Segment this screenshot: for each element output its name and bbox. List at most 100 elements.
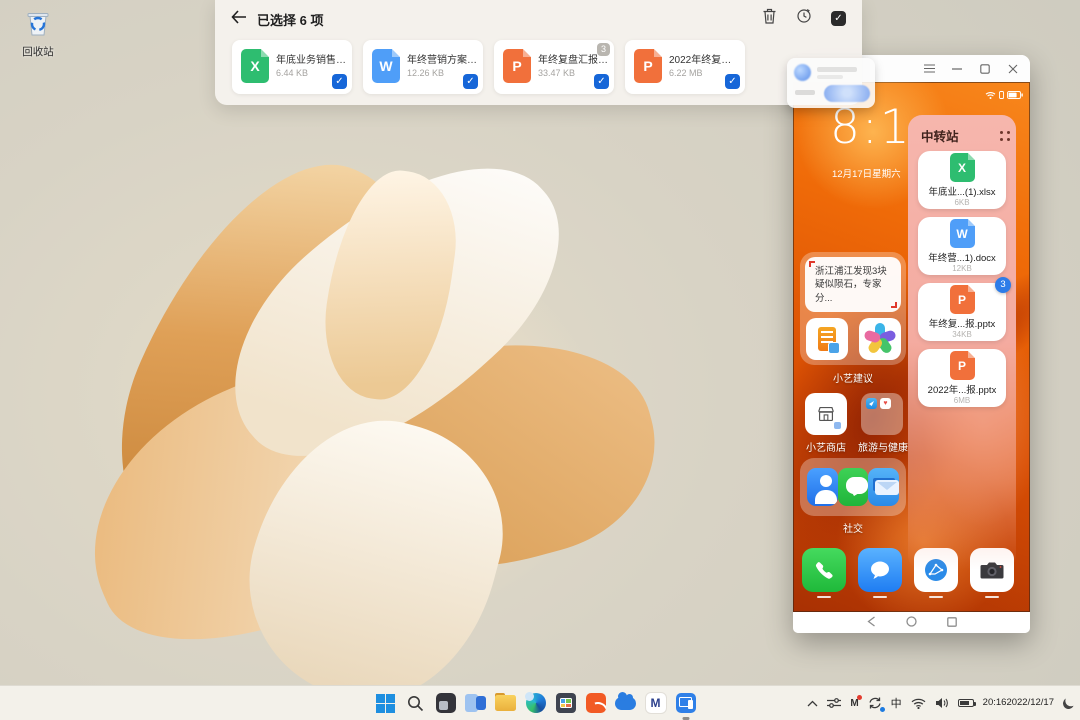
pptx-file-icon: P xyxy=(634,49,662,83)
window-maximize-icon[interactable] xyxy=(972,55,998,82)
recycle-bin[interactable]: 回收站 xyxy=(10,8,66,59)
recycle-bin-icon xyxy=(23,25,53,42)
selected-file-card[interactable]: P 2022年终复盘汇... 6.22 MB xyxy=(625,40,745,94)
ime-indicator[interactable]: 中 xyxy=(891,695,902,711)
email-app-icon[interactable] xyxy=(868,468,899,506)
messenger-app-icon[interactable] xyxy=(838,468,869,506)
messages-app-icon[interactable] xyxy=(858,548,902,592)
tray-overflow-chevron[interactable] xyxy=(807,700,818,707)
flower-petal xyxy=(223,394,527,720)
moon-icon xyxy=(1062,696,1075,709)
celia-widget: 浙江浦江发现3块疑似陨石，专家分... xyxy=(800,252,906,365)
selected-file-card[interactable]: W 年终营销方案复盘... 12.26 KB xyxy=(363,40,483,94)
window-minimize-icon[interactable] xyxy=(944,55,970,82)
tray-clock[interactable]: 20:16 2022/12/17 xyxy=(983,697,1054,708)
dock-indicator xyxy=(817,596,831,598)
transfer-file-card[interactable]: W 年终营...1).docx 12KB xyxy=(918,217,1006,275)
social-folder[interactable] xyxy=(800,458,906,516)
dock-indicator xyxy=(873,596,887,598)
file-name: 2022年...报.pptx xyxy=(928,382,997,396)
window-menu-icon[interactable] xyxy=(916,55,942,82)
search-icon xyxy=(407,695,424,712)
flower-petal xyxy=(187,109,603,512)
wifi-tray-icon[interactable] xyxy=(911,698,926,709)
delete-icon[interactable] xyxy=(762,8,777,29)
celia-store-label: 小艺商店 xyxy=(795,439,857,454)
start-button[interactable] xyxy=(374,692,397,715)
gallery-app-icon[interactable] xyxy=(859,318,901,360)
pc-manager-button[interactable]: M xyxy=(644,692,667,715)
multi-screen-collab-button[interactable] xyxy=(674,692,697,715)
file-name: 年终复...报.pptx xyxy=(929,316,996,330)
file-name: 2022年终复盘汇... xyxy=(669,51,741,66)
phone-mirror-window: 8:1 12月17日星期六 浙江浦江发现3块疑似陨石，专家分... 小艺建议 xyxy=(793,55,1030,633)
store-badge-icon xyxy=(833,421,842,430)
pptx-file-icon: P xyxy=(503,49,531,83)
news-app-icon[interactable] xyxy=(806,318,848,360)
taskbar-orange-app-button[interactable] xyxy=(584,692,607,715)
edge-browser-button[interactable] xyxy=(524,692,547,715)
docx-file-icon: W xyxy=(372,49,400,83)
selection-toolbar: 已选择 6 项 X 年底业务销售汇点... 6.44 KB W 年终营销方案复盘… xyxy=(215,0,862,105)
orange-app-icon xyxy=(586,693,606,713)
search-button[interactable] xyxy=(404,692,427,715)
selected-file-card[interactable]: X 年底业务销售汇点... 6.44 KB xyxy=(232,40,352,94)
tray-pc-manager[interactable]: M xyxy=(850,698,858,709)
pptx-file-icon: P xyxy=(950,285,975,314)
onedrive-button[interactable] xyxy=(614,692,637,715)
notification-toast[interactable] xyxy=(787,58,875,108)
volume-tray-icon[interactable] xyxy=(935,697,949,709)
file-size: 6.22 MB xyxy=(669,68,703,78)
tray-tuner-icon[interactable] xyxy=(827,697,841,709)
celia-store-app[interactable] xyxy=(805,393,847,435)
transfer-file-card[interactable]: P 年终复...报.pptx 34KB 3 xyxy=(918,283,1006,341)
microsoft-store-button[interactable] xyxy=(554,692,577,715)
nav-recents-icon[interactable] xyxy=(947,614,957,632)
folder-icon xyxy=(495,695,516,711)
do-not-disturb-button[interactable] xyxy=(1063,698,1074,709)
news-card[interactable]: 浙江浦江发现3块疑似陨石，专家分... xyxy=(805,257,901,312)
contacts-app-icon[interactable] xyxy=(807,468,838,506)
nav-back-icon[interactable] xyxy=(867,614,876,632)
travel-folder-label: 旅游与健康 xyxy=(851,439,915,454)
phone-clock: 8:1 xyxy=(830,100,912,155)
toast-text-placeholder xyxy=(817,75,843,79)
transfer-file-card[interactable]: X 年底业...(1).xlsx 6KB xyxy=(918,151,1006,209)
selected-file-card[interactable]: P 年终复盘汇报.pptx 33.47 KB 3 xyxy=(494,40,614,94)
drag-handle-icon[interactable] xyxy=(1000,131,1003,134)
transfer-station-panel: 中转站 X 年底业...(1).xlsx 6KB W 年终营...1).docx… xyxy=(908,115,1016,570)
tray-sync-icon[interactable] xyxy=(868,696,882,710)
file-checkbox[interactable] xyxy=(725,74,740,89)
transfer-file-card[interactable]: P 2022年...报.pptx 6MB xyxy=(918,349,1006,407)
toast-action-button[interactable] xyxy=(824,85,870,102)
phone-date: 12月17日星期六 xyxy=(832,166,901,180)
phone-screen: 8:1 12月17日星期六 浙江浦江发现3块疑似陨石，专家分... 小艺建议 xyxy=(793,82,1030,612)
dock-indicator xyxy=(929,596,943,598)
cloud-icon xyxy=(615,697,636,710)
docx-file-icon: W xyxy=(950,219,975,248)
task-view-button[interactable] xyxy=(464,692,487,715)
quote-mark-icon xyxy=(809,261,815,267)
file-checkbox[interactable] xyxy=(463,74,478,89)
file-size: 6MB xyxy=(954,396,970,405)
battery-tray-icon[interactable] xyxy=(958,699,974,707)
file-size: 33.47 KB xyxy=(538,68,575,78)
multi-screen-icon xyxy=(676,693,696,713)
back-icon[interactable] xyxy=(231,10,247,29)
window-close-icon[interactable] xyxy=(1000,55,1026,82)
file-checkbox[interactable] xyxy=(594,74,609,89)
selection-title: 已选择 6 项 xyxy=(257,10,323,29)
file-name: 年底业务销售汇点... xyxy=(276,51,348,66)
file-explorer-button[interactable] xyxy=(494,692,517,715)
travel-health-folder[interactable] xyxy=(861,393,903,435)
taskbar-dark-app-button[interactable] xyxy=(434,692,457,715)
file-size: 12KB xyxy=(952,264,972,273)
file-name: 年终营销方案复盘... xyxy=(407,51,479,66)
battery-icon xyxy=(1007,86,1023,104)
phone-dialer-app-icon[interactable] xyxy=(802,548,846,592)
file-checkbox[interactable] xyxy=(332,74,347,89)
recycle-bin-label: 回收站 xyxy=(10,44,66,59)
nav-home-icon[interactable] xyxy=(906,614,917,632)
select-all-checkbox[interactable] xyxy=(831,11,846,26)
history-icon[interactable] xyxy=(796,8,812,29)
